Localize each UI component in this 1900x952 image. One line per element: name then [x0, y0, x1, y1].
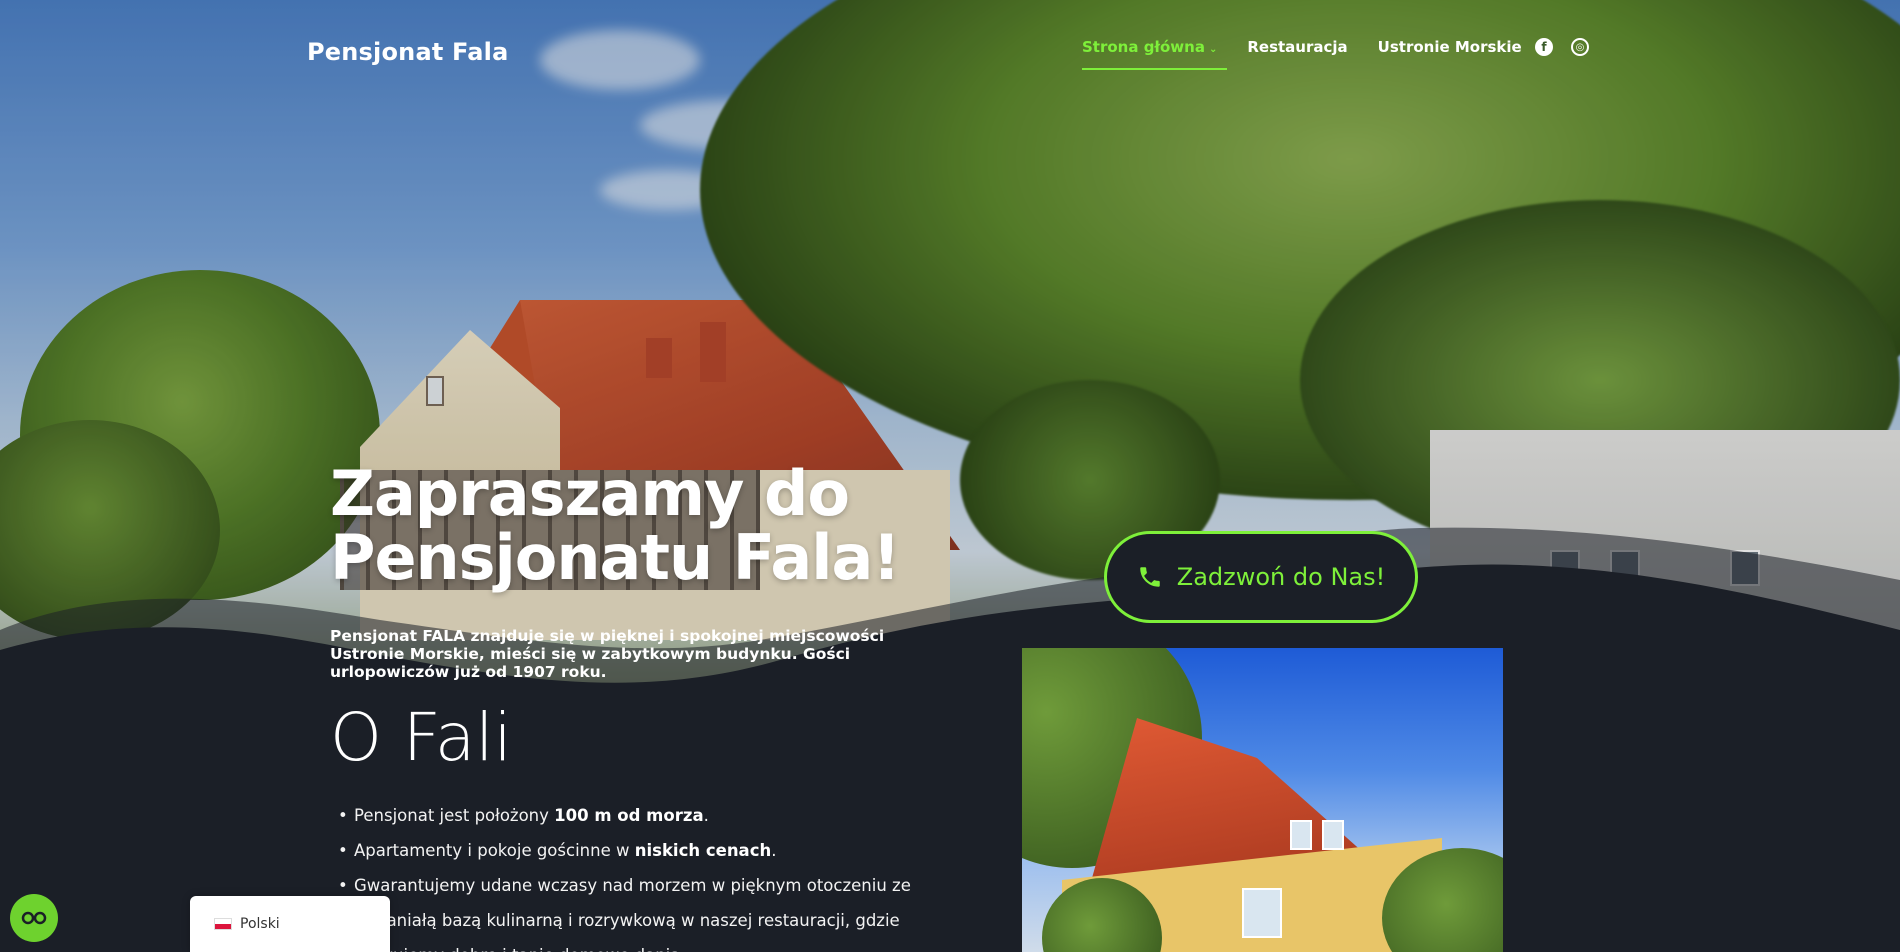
- nav-item-label: Ustronie Morskie: [1377, 38, 1522, 56]
- call-us-label: Zadzwoń do Nas!: [1176, 563, 1386, 591]
- phone-icon: [1140, 567, 1160, 587]
- language-switcher[interactable]: Polski: [190, 896, 390, 952]
- language-label: Polski: [240, 916, 280, 932]
- list-item-text: Apartamenty i pokoje gościnne w: [354, 841, 635, 860]
- facebook-icon[interactable]: f: [1535, 38, 1553, 56]
- poland-flag-icon: [214, 918, 232, 930]
- list-item: Pensjonat jest położony 100 m od morza.: [338, 798, 940, 833]
- list-item-text: .: [703, 806, 709, 825]
- accessibility-icon: [21, 911, 47, 925]
- call-us-button[interactable]: Zadzwoń do Nas!: [1104, 531, 1418, 623]
- hero-description: Pensjonat FALA znajduje się w pięknej i …: [330, 627, 885, 681]
- list-item-text: Gwarantujemy udane wczasy nad morzem w p…: [354, 876, 911, 952]
- list-item-highlight: niskich cenach: [634, 841, 772, 860]
- hero-title-line1: Zapraszamy do: [330, 457, 850, 530]
- main-nav: Strona główna ⌄ Restauracja Ustronie Mors…: [1082, 38, 1552, 70]
- list-item: Apartamenty i pokoje gościnne w niskich …: [338, 833, 940, 868]
- site-logo[interactable]: Pensjonat Fala: [307, 38, 508, 66]
- tripadvisor-icon[interactable]: ◎: [1571, 38, 1589, 56]
- nav-item-home[interactable]: Strona główna ⌄: [1082, 38, 1228, 70]
- about-list: Pensjonat jest położony 100 m od morza. …: [338, 798, 940, 952]
- nav-item-ustronie-morskie[interactable]: Ustronie Morskie: [1378, 38, 1522, 70]
- photo-window: [1242, 888, 1282, 938]
- nav-item-label: Restauracja: [1247, 38, 1348, 56]
- list-item-text: .: [771, 841, 777, 860]
- list-item: Gwarantujemy udane wczasy nad morzem w p…: [338, 868, 940, 952]
- chevron-down-icon: ⌄: [1208, 44, 1218, 55]
- photo-window: [1322, 820, 1344, 850]
- photo-window: [1290, 820, 1312, 850]
- about-title: O Fali: [330, 699, 512, 776]
- nav-item-restaurant[interactable]: Restauracja: [1247, 38, 1347, 70]
- social-links: f ◎: [1535, 38, 1589, 56]
- hero-title: Zapraszamy do Pensjonatu Fala!: [330, 462, 970, 590]
- list-item-highlight: 100 m od morza: [554, 806, 704, 825]
- hero-title-line2: Pensjonatu Fala!: [330, 521, 901, 594]
- pensjonat-photo: [1022, 648, 1503, 952]
- nav-item-label: Strona główna: [1082, 38, 1205, 56]
- list-item-text: Pensjonat jest położony: [354, 806, 555, 825]
- accessibility-button[interactable]: [10, 894, 58, 942]
